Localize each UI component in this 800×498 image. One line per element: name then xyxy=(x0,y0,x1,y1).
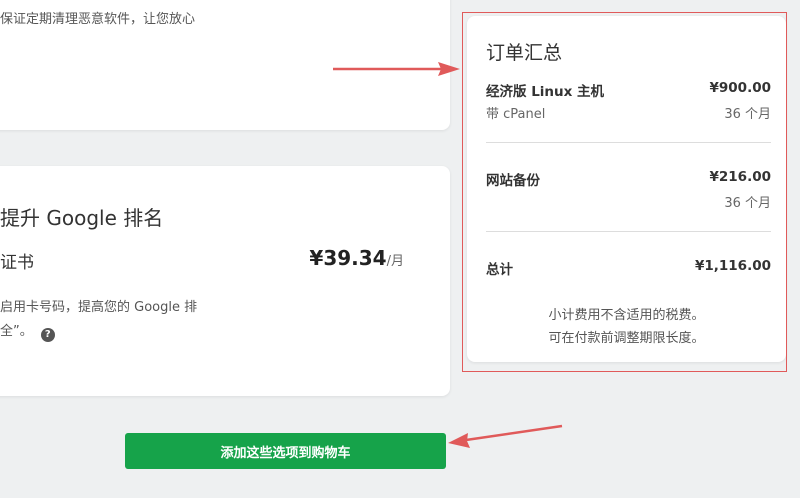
annotation-arrows xyxy=(333,62,563,448)
annotation-arrow-summary xyxy=(333,62,460,76)
annotation-arrow-button xyxy=(448,424,563,448)
